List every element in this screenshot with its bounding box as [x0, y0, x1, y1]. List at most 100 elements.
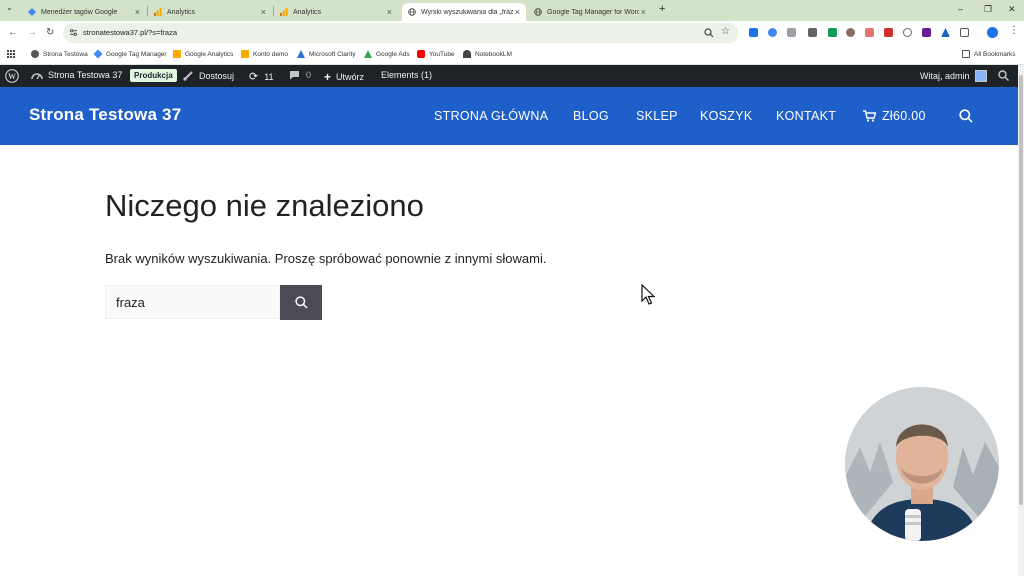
tab-title: Google Tag Manager for WordP [547, 8, 639, 16]
window-close-icon[interactable]: ✕ [1008, 4, 1016, 15]
tab-title: Menedżer tagów Google [41, 8, 118, 16]
tab-title: Analytics [167, 8, 196, 16]
analytics-icon [173, 50, 181, 58]
tab-search-icon[interactable]: ⌄ [6, 3, 13, 12]
triangle-extension-icon[interactable] [941, 28, 950, 37]
extensions-puzzle-icon[interactable] [960, 28, 969, 37]
analytics-icon [154, 8, 162, 16]
bookmark-label: Google Ads [376, 50, 410, 58]
browser-tab-3[interactable]: Analytics × [274, 3, 398, 21]
scrollbar-thumb[interactable] [1019, 75, 1023, 505]
url-text: stronatestowa37.pl/?s=fraza [83, 28, 178, 37]
page-scrollbar[interactable] [1018, 65, 1024, 576]
mouse-cursor-icon [641, 284, 656, 305]
tab-title: Wyniki wyszukiwania dla „fraza [421, 8, 513, 16]
bookmark-star-icon[interactable]: ☆ [721, 26, 730, 37]
close-tab-icon[interactable]: × [515, 7, 520, 17]
red-extension-icon[interactable] [884, 28, 893, 37]
forward-icon[interactable]: → [27, 27, 37, 38]
header-cart[interactable]: Zł60.00 [863, 109, 926, 123]
profile-avatar-icon[interactable] [987, 27, 998, 38]
dashboard-gauge-icon [31, 73, 43, 80]
customize-label: Dostosuj [199, 70, 235, 81]
browser-tab-2[interactable]: Analytics × [148, 3, 272, 21]
site-header: Strona Testowa 37 STRONA GŁÓWNA BLOG SKL… [0, 87, 1018, 145]
leaf-extension-icon[interactable] [865, 28, 874, 37]
new-content-label: Utwórz [336, 72, 365, 82]
site-title[interactable]: Strona Testowa 37 [29, 105, 181, 125]
tab-title: Analytics [293, 8, 322, 16]
bookmark-item[interactable]: Google Tag Manager [93, 49, 167, 59]
browser-tabstrip: ⌄ Menedżer tagów Google × Analytics × An… [0, 0, 1024, 21]
all-bookmarks-label: All Bookmarks [974, 50, 1016, 58]
customize-link[interactable]: Dostosuj [183, 70, 234, 81]
close-tab-icon[interactable]: × [261, 7, 266, 17]
nav-item-cart[interactable]: KOSZYK [700, 109, 753, 123]
wp-admin-bar: W Strona Testowa 37 Produkcja Dostosuj ⟳… [0, 65, 1018, 87]
bookmark-item[interactable]: NotebookLM [463, 50, 512, 58]
close-tab-icon[interactable]: × [387, 7, 392, 17]
notebooklm-icon [463, 50, 471, 58]
nav-item-contact[interactable]: KONTAKT [776, 109, 836, 123]
restore-icon[interactable]: ❐ [984, 4, 992, 15]
nav-item-home[interactable]: STRONA GŁÓWNA [434, 109, 548, 123]
green-extension-icon[interactable] [828, 28, 837, 37]
account-menu[interactable]: Witaj, admin [920, 70, 987, 82]
search-icon [294, 296, 308, 309]
elements-link[interactable]: Elements (1) [381, 70, 432, 80]
new-tab-icon[interactable]: + [659, 3, 665, 15]
new-content-link[interactable]: + Utwórz [324, 70, 364, 84]
browser-tab-1[interactable]: Menedżer tagów Google × [22, 3, 146, 21]
minimize-icon[interactable]: – [958, 4, 963, 14]
back-icon[interactable]: ← [8, 27, 18, 38]
code-extension-icon[interactable] [808, 28, 817, 37]
bookmark-item[interactable]: Konto demo [241, 50, 288, 58]
search-input[interactable]: fraza [105, 285, 280, 319]
reload-icon[interactable]: ↻ [46, 27, 54, 38]
youtube-icon [417, 50, 425, 58]
bookmark-item[interactable]: Microsoft Clarity [297, 50, 356, 58]
bookmark-item[interactable]: YouTube [417, 50, 455, 58]
filter-extension-icon[interactable] [749, 28, 758, 37]
greeting-label: Witaj, admin [920, 71, 970, 81]
site-info-icon[interactable] [69, 28, 78, 37]
nav-item-shop[interactable]: SKLEP [636, 109, 678, 123]
presenter-video-icon [845, 387, 999, 541]
browser-toolbar: ← → ↻ stronatestowa37.pl/?s=fraza ☆ ⋮ [0, 21, 1024, 45]
search-extension-icon[interactable] [903, 28, 912, 37]
browser-tab-active[interactable]: Wyniki wyszukiwania dla „fraza × [402, 3, 526, 21]
apps-grid-icon[interactable] [7, 50, 15, 58]
bookmark-item[interactable]: Google Analytics [173, 50, 233, 58]
grid-extension-icon[interactable] [787, 28, 796, 37]
address-bar[interactable]: stronatestowa37.pl/?s=fraza ☆ [63, 23, 739, 43]
bookmark-item[interactable]: Google Ads [364, 50, 410, 58]
google-ads-icon [364, 50, 372, 58]
purple-extension-icon[interactable] [922, 28, 931, 37]
nav-item-blog[interactable]: BLOG [573, 109, 609, 123]
admin-search-icon[interactable] [998, 70, 1009, 81]
globe-icon [408, 8, 416, 16]
folder-icon [962, 50, 970, 58]
plus-icon: + [324, 70, 332, 84]
close-tab-icon[interactable]: × [135, 7, 140, 17]
admin-site-name[interactable]: Strona Testowa 37 [31, 70, 122, 80]
updates-link[interactable]: ⟳ 11 [249, 70, 274, 83]
cart-total: Zł60.00 [882, 109, 926, 123]
close-tab-icon[interactable]: × [641, 7, 646, 17]
search-submit-button[interactable] [280, 285, 322, 320]
bookmark-label: NotebookLM [475, 50, 512, 58]
tag-extension-icon[interactable] [768, 28, 777, 37]
cookie-extension-icon[interactable] [846, 28, 855, 37]
globe-icon [31, 50, 39, 58]
bookmark-label: Konto demo [253, 50, 289, 58]
zoom-icon[interactable] [704, 28, 714, 38]
bookmark-item[interactable]: Strona Testowa [31, 50, 88, 58]
all-bookmarks[interactable]: All Bookmarks [962, 50, 1016, 58]
header-search-icon[interactable] [959, 109, 973, 128]
updates-count: 11 [264, 71, 274, 82]
browser-tab-5[interactable]: Google Tag Manager for WordP × [528, 3, 652, 21]
browser-menu-icon[interactable]: ⋮ [1009, 25, 1019, 36]
bookmark-label: YouTube [429, 50, 455, 58]
comments-link[interactable]: 0 [289, 70, 311, 80]
wordpress-logo-icon[interactable]: W [5, 69, 19, 83]
